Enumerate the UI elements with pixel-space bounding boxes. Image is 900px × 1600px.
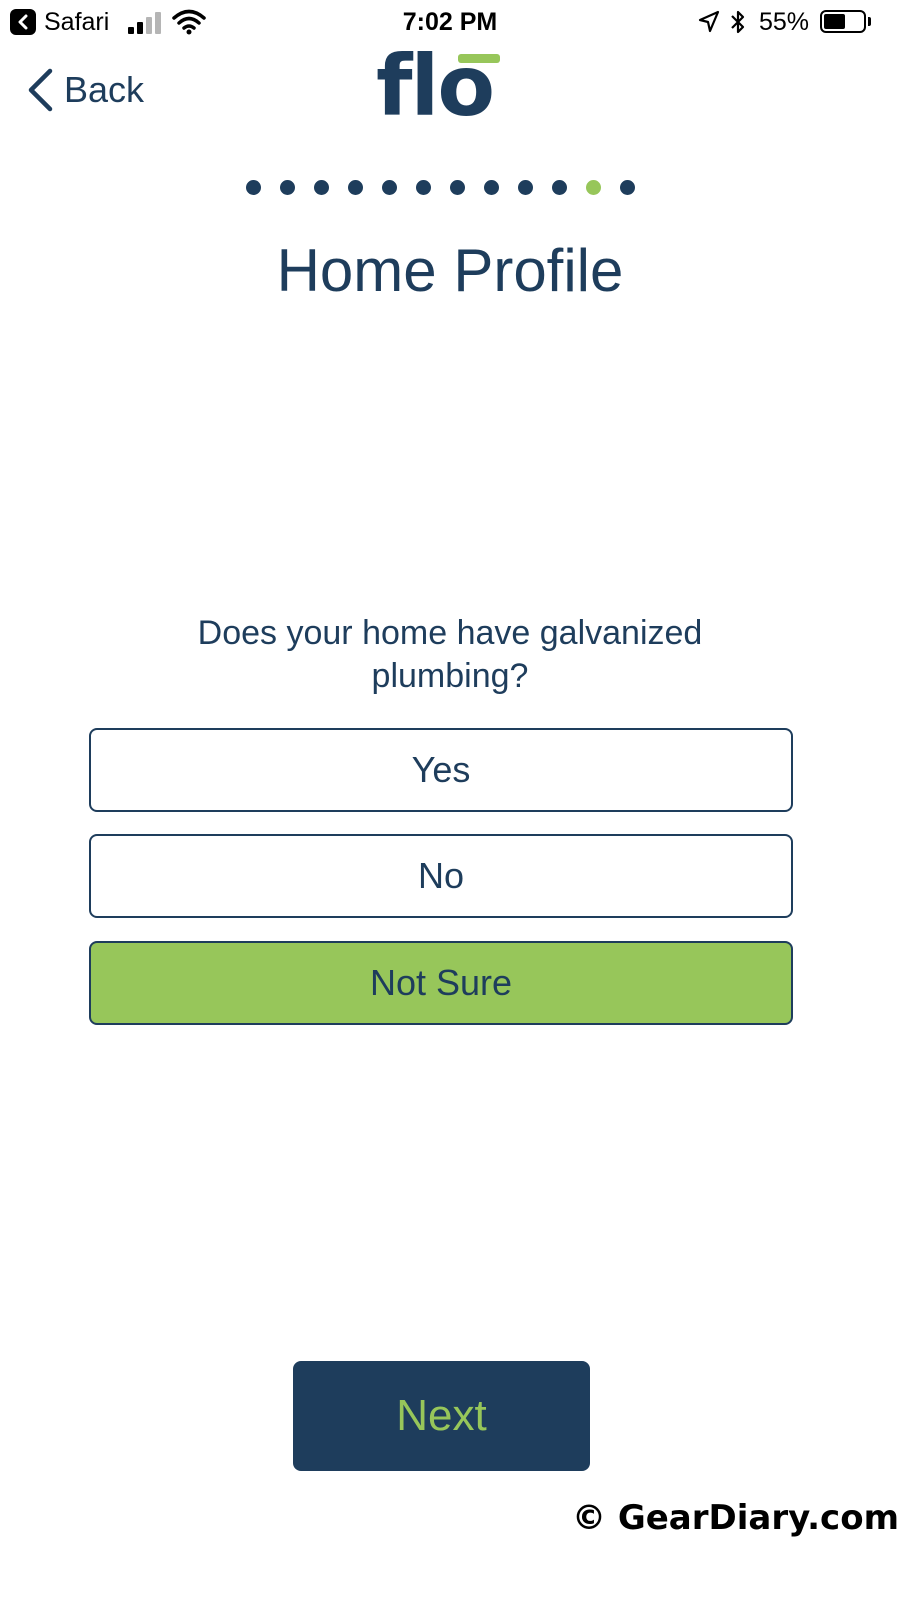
progress-dots [244, 180, 644, 196]
progress-dot [518, 180, 533, 195]
chevron-left-icon [28, 68, 53, 112]
question-text: Does your home have galvanized plumbing? [197, 614, 703, 695]
progress-dot [314, 180, 329, 195]
progress-dot [416, 180, 431, 195]
progress-dot [382, 180, 397, 195]
back-button-label: Back [64, 69, 145, 110]
progress-dot [484, 180, 499, 195]
option-not-sure-button[interactable]: Not Sure [89, 941, 793, 1025]
watermark: © GearDiary.com [572, 1498, 900, 1538]
option-no-button[interactable]: No [89, 834, 793, 918]
bluetooth-icon [731, 10, 745, 34]
progress-dot [280, 180, 295, 195]
location-arrow-icon [698, 10, 720, 33]
battery-icon [820, 10, 866, 33]
battery-terminal [868, 17, 871, 26]
back-button[interactable]: Back [26, 66, 144, 114]
progress-dot [586, 180, 601, 195]
progress-dot [348, 180, 363, 195]
next-button[interactable]: Next [293, 1361, 590, 1471]
progress-dot [450, 180, 465, 195]
battery-level-fill [824, 14, 845, 29]
logo-text: flo [376, 37, 495, 135]
progress-dot [620, 180, 635, 195]
app-screen: Safari 7:02 PM 55% Back flo Home Profile… [0, 0, 900, 1600]
battery-percent: 55% [759, 8, 810, 36]
progress-dot [552, 180, 567, 195]
option-yes-button[interactable]: Yes [89, 728, 793, 812]
page-title: Home Profile [276, 237, 624, 304]
flo-logo: flo [376, 44, 506, 130]
progress-dot [246, 180, 261, 195]
